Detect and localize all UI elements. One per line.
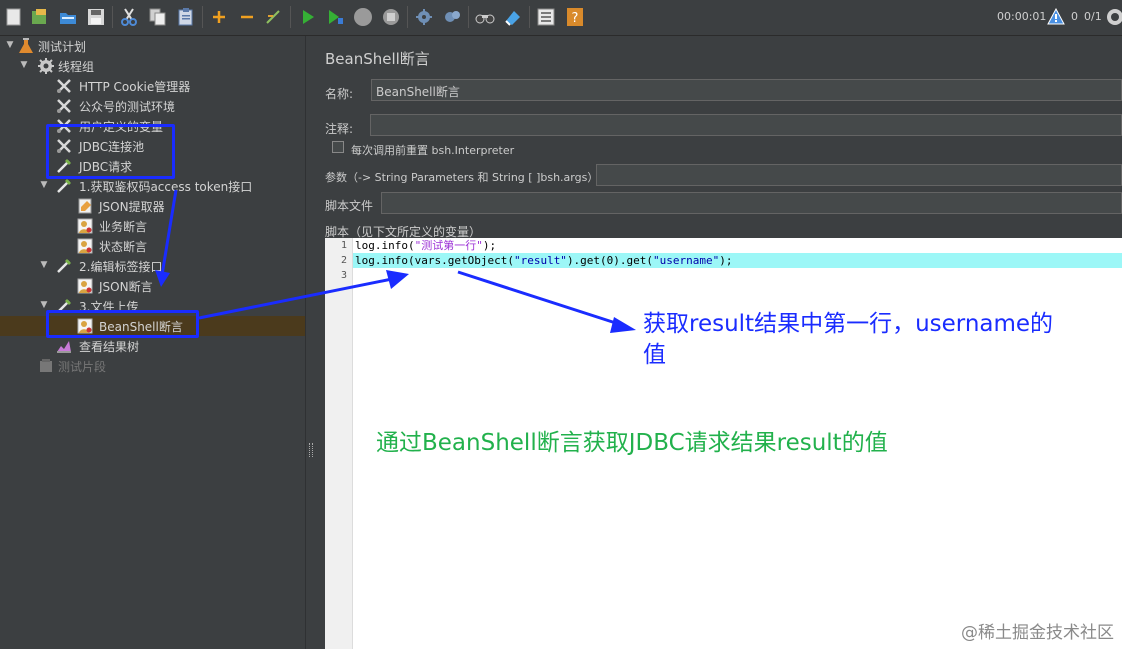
watermark: @稀土掘金技术社区 xyxy=(961,623,1114,643)
username-annotation: 获取result结果中第一行，username的值 xyxy=(643,311,1054,368)
beanshell-annotation: 通过BeanShell断言获取JDBC请求结果result的值 xyxy=(376,430,888,456)
